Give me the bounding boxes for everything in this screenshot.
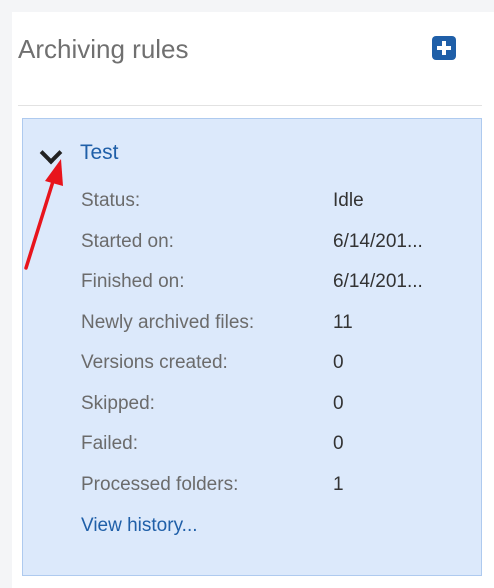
red-arrow-annotation xyxy=(24,159,63,270)
versions-created-label: Versions created: xyxy=(81,352,228,373)
skipped-value: 0 xyxy=(333,392,344,414)
failed-value: 0 xyxy=(333,433,344,454)
finished-on-value: 6/14/201... xyxy=(333,271,423,292)
processed-folders-value: 1 xyxy=(333,473,344,495)
started-on-value: 6/14/201... xyxy=(333,230,423,252)
rule-card: Test Status: Idle Started on: 6/14/201..… xyxy=(22,118,482,576)
finished-on-label: Finished on: xyxy=(81,271,185,292)
rule-name-link[interactable]: Test xyxy=(80,141,119,165)
status-label: Status: xyxy=(81,190,141,211)
processed-folders-label: Processed folders: xyxy=(81,473,239,495)
view-history-link[interactable]: View history... xyxy=(81,515,198,537)
newly-archived-files-label: Newly archived files: xyxy=(81,311,255,333)
status-value: Idle xyxy=(333,190,364,211)
versions-created-value: 0 xyxy=(333,352,344,373)
started-on-label: Started on: xyxy=(81,230,174,252)
failed-label: Failed: xyxy=(81,433,139,454)
add-rule-button[interactable] xyxy=(432,36,456,60)
newly-archived-files-value: 11 xyxy=(333,311,353,333)
skipped-label: Skipped: xyxy=(81,392,155,414)
header-divider xyxy=(18,105,482,106)
page-title: Archiving rules xyxy=(18,34,189,64)
